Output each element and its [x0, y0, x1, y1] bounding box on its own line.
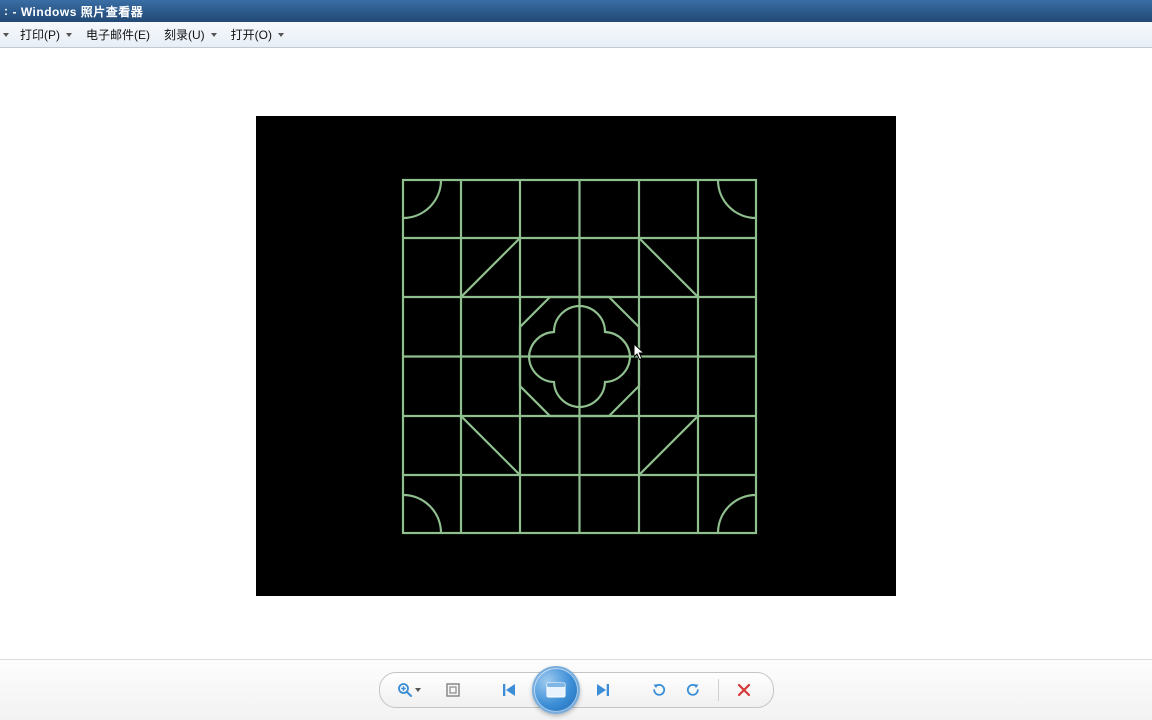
photo-canvas[interactable] [256, 116, 896, 596]
chevron-down-icon [66, 33, 72, 37]
toolbar-separator [718, 679, 719, 701]
menu-print[interactable]: 打印(P) [12, 22, 78, 47]
window-titlebar: : - Windows 照片查看器 [0, 0, 1152, 22]
slideshow-icon [546, 682, 566, 698]
skip-back-icon [501, 682, 517, 698]
rotate-ccw-button[interactable] [642, 676, 676, 704]
menu-burn[interactable]: 刻录(U) [156, 22, 223, 47]
rotate-ccw-icon [651, 682, 667, 698]
zoom-group [392, 676, 426, 704]
chevron-down-icon [211, 33, 217, 37]
slideshow-button[interactable] [532, 666, 580, 714]
chevron-down-icon [3, 33, 9, 37]
title-suffix: - Windows 照片查看器 [13, 3, 144, 20]
actual-size-button[interactable] [436, 676, 470, 704]
magnifier-icon [397, 682, 413, 698]
mouse-cursor-icon [634, 344, 646, 362]
skip-forward-icon [595, 682, 611, 698]
nav-group [494, 666, 618, 714]
menu-open[interactable]: 打开(O) [223, 22, 290, 47]
chevron-down-icon [415, 688, 421, 692]
actual-size-icon [445, 682, 461, 698]
rotate-cw-icon [685, 682, 701, 698]
photo-pattern [401, 178, 758, 535]
menu-email-label: 电子邮件(E) [86, 26, 150, 43]
zoom-button[interactable] [392, 676, 426, 704]
next-button[interactable] [588, 676, 618, 704]
menu-print-label: 打印(P) [20, 26, 60, 43]
menu-open-label: 打开(O) [231, 26, 272, 43]
menubar: 打印(P) 电子邮件(E) 刻录(U) 打开(O) [0, 22, 1152, 48]
rotate-cw-button[interactable] [676, 676, 710, 704]
close-icon [736, 682, 752, 698]
delete-button[interactable] [727, 676, 761, 704]
previous-button[interactable] [494, 676, 524, 704]
menu-email[interactable]: 电子邮件(E) [78, 22, 156, 47]
title-prefix: : [4, 4, 9, 18]
menu-leading-dropdown[interactable] [0, 22, 12, 47]
bottom-toolbar [0, 659, 1152, 720]
chevron-down-icon [278, 33, 284, 37]
content-area [0, 48, 1152, 660]
toolbar-pill [379, 672, 774, 708]
menu-burn-label: 刻录(U) [164, 26, 205, 43]
